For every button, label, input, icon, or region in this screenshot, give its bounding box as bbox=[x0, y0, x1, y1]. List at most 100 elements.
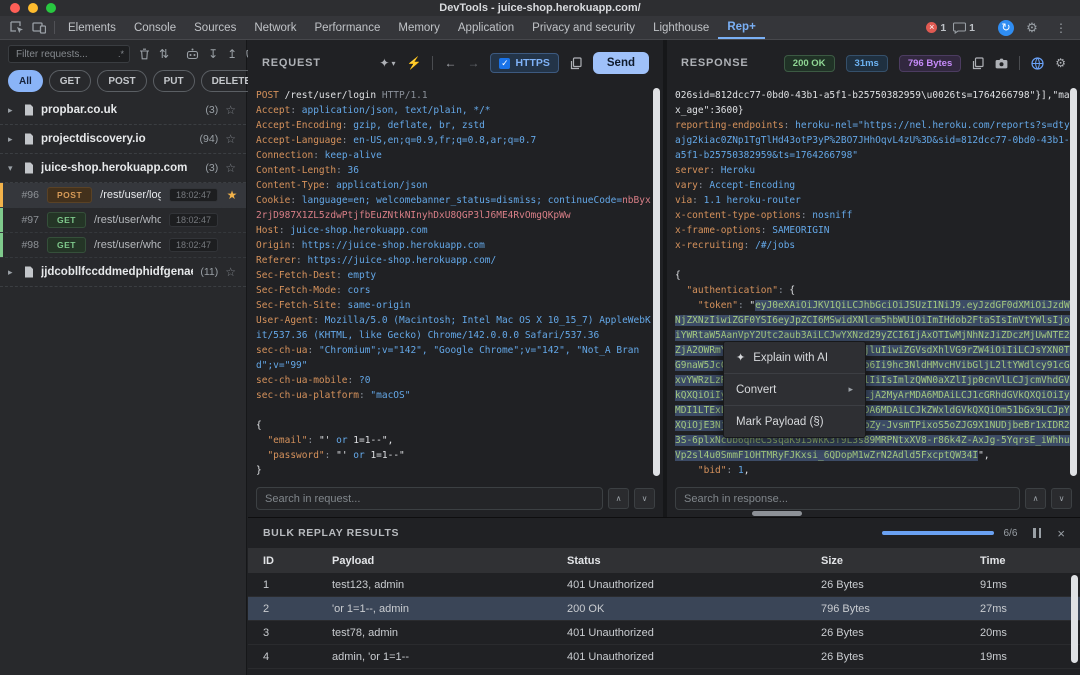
code-line: Sec-Fetch-Mode: cors bbox=[256, 283, 653, 298]
filter-requests-box[interactable]: .* bbox=[8, 45, 130, 63]
device-toolbar-icon[interactable] bbox=[28, 16, 50, 39]
tab-console[interactable]: Console bbox=[125, 16, 185, 39]
search-in-request-input[interactable] bbox=[256, 487, 603, 510]
tab-sources[interactable]: Sources bbox=[185, 16, 245, 39]
request-scrollbar[interactable] bbox=[653, 88, 660, 476]
sort-icon[interactable]: ⇅ bbox=[159, 47, 169, 61]
tab-privacy-and-security[interactable]: Privacy and security bbox=[523, 16, 644, 39]
render-in-browser-icon[interactable] bbox=[1031, 57, 1044, 70]
host-row-projectdiscovery-io[interactable]: ▸projectdiscovery.io(94)☆ bbox=[0, 125, 246, 154]
splitter-drag-handle[interactable] bbox=[752, 511, 802, 516]
copy-request-icon[interactable] bbox=[570, 57, 582, 70]
toolbar-separator bbox=[432, 56, 433, 70]
host-request-count: (3) bbox=[205, 104, 218, 116]
chevron-right-icon[interactable]: ▸ bbox=[8, 134, 17, 145]
tab-application[interactable]: Application bbox=[449, 16, 523, 39]
tab-rep[interactable]: Rep+ bbox=[718, 16, 764, 39]
filter-pill-post[interactable]: POST bbox=[97, 70, 146, 92]
menu-item-label: Mark Payload (§) bbox=[736, 416, 824, 428]
host-row-jjdcobllfccddmedphidfgenaeiklada[interactable]: ▸jjdcobllfccddmedphidfgenaeiklada(11)☆ bbox=[0, 258, 246, 287]
trash-icon[interactable] bbox=[139, 48, 150, 60]
menu-item-mark-payload[interactable]: Mark Payload (§) bbox=[724, 405, 865, 437]
code-line bbox=[675, 253, 1070, 268]
response-search-row: ∧ ∨ bbox=[667, 480, 1080, 517]
zoom-window-button[interactable] bbox=[46, 3, 56, 13]
search-in-response-input[interactable] bbox=[675, 487, 1020, 510]
ai-sparkle-icon[interactable]: ✦▾ bbox=[379, 56, 395, 70]
regex-toggle[interactable]: .* bbox=[118, 49, 124, 59]
filter-pill-all[interactable]: All bbox=[8, 70, 43, 92]
tab-network[interactable]: Network bbox=[245, 16, 305, 39]
history-back-icon[interactable]: ← bbox=[444, 56, 456, 70]
host-star-icon[interactable]: ☆ bbox=[225, 132, 236, 146]
response-scrollbar[interactable] bbox=[1070, 88, 1077, 476]
search-prev-button[interactable]: ∧ bbox=[608, 488, 629, 509]
lightning-icon[interactable]: ⚡ bbox=[407, 56, 422, 70]
error-count-badge[interactable]: ×1 bbox=[926, 22, 946, 34]
bulk-table-rows: 1test123, admin401 Unauthorized26 Bytes9… bbox=[248, 573, 1080, 669]
https-toggle[interactable]: ✓ HTTPS bbox=[490, 53, 558, 73]
screenshot-camera-icon[interactable] bbox=[995, 58, 1008, 69]
https-checkbox[interactable]: ✓ bbox=[499, 58, 510, 69]
filter-pill-put[interactable]: PUT bbox=[153, 70, 195, 92]
tab-performance[interactable]: Performance bbox=[306, 16, 390, 39]
request-star-icon[interactable]: ★ bbox=[226, 188, 238, 202]
chevron-right-icon[interactable]: ▸ bbox=[8, 105, 17, 116]
request-row-97[interactable]: #97GET/rest/user/whoami18:02:47 bbox=[0, 208, 246, 233]
host-row-propbar-co-uk[interactable]: ▸propbar.co.uk(3)☆ bbox=[0, 96, 246, 125]
code-line: Origin: https://juice-shop.herokuapp.com bbox=[256, 238, 653, 253]
search-next-button[interactable]: ∨ bbox=[634, 488, 655, 509]
extension-icon[interactable]: ↻ bbox=[998, 20, 1014, 36]
menu-item-convert[interactable]: Convert▸ bbox=[724, 373, 865, 405]
bulk-table-scrollbar[interactable] bbox=[1071, 575, 1078, 663]
request-time: 18:02:47 bbox=[169, 188, 218, 202]
inspect-element-icon[interactable] bbox=[6, 16, 28, 39]
request-row-98[interactable]: #98GET/rest/user/whoami18:02:47 bbox=[0, 233, 246, 258]
file-icon bbox=[24, 104, 34, 116]
copy-response-icon[interactable] bbox=[972, 57, 984, 70]
code-line: Sec-Fetch-Dest: empty bbox=[256, 268, 653, 283]
table-row-1[interactable]: 1test123, admin401 Unauthorized26 Bytes9… bbox=[248, 573, 1080, 597]
tab-lighthouse[interactable]: Lighthouse bbox=[644, 16, 718, 39]
more-menu-icon[interactable]: ⋮ bbox=[1050, 21, 1072, 35]
close-window-button[interactable] bbox=[10, 3, 20, 13]
response-settings-gear-icon[interactable]: ⚙ bbox=[1055, 56, 1066, 70]
send-button[interactable]: Send bbox=[593, 52, 649, 74]
tab-memory[interactable]: Memory bbox=[389, 16, 449, 39]
minimize-window-button[interactable] bbox=[28, 3, 38, 13]
sidebar-toolbar: .* ⇅ ↧ ↥ bbox=[0, 40, 246, 68]
filter-pill-get[interactable]: GET bbox=[49, 70, 92, 92]
chevron-down-icon[interactable]: ▾ bbox=[8, 163, 17, 174]
export-icon[interactable]: ↥ bbox=[227, 47, 237, 61]
host-star-icon[interactable]: ☆ bbox=[225, 161, 236, 175]
host-row-juice-shop-herokuapp-com[interactable]: ▾juice-shop.herokuapp.com(3)☆ bbox=[0, 154, 246, 183]
chevron-right-icon[interactable]: ▸ bbox=[8, 267, 17, 278]
table-row-2[interactable]: 2'or 1=1--, admin200 OK796 Bytes27ms bbox=[248, 597, 1080, 621]
filter-requests-input[interactable] bbox=[14, 48, 118, 61]
host-star-icon[interactable]: ☆ bbox=[225, 103, 236, 117]
https-label: HTTPS bbox=[515, 57, 549, 69]
settings-gear-icon[interactable]: ⚙ bbox=[1021, 20, 1043, 36]
issues-badge[interactable]: 1 bbox=[953, 22, 975, 34]
code-line: Accept-Language: en-US,en;q=0.9,fr;q=0.8… bbox=[256, 133, 653, 148]
history-forward-icon[interactable]: → bbox=[467, 56, 479, 70]
code-line: Accept: application/json, text/plain, */… bbox=[256, 103, 653, 118]
menu-item-explain-with-ai[interactable]: ✦Explain with AI bbox=[724, 342, 865, 373]
bulk-replay-panel: BULK REPLAY RESULTS 6/6 × IDPayloadStatu… bbox=[248, 517, 1080, 675]
column-header-time: Time bbox=[965, 555, 1080, 567]
table-row-4[interactable]: 4admin, 'or 1=1--401 Unauthorized26 Byte… bbox=[248, 645, 1080, 669]
robot-icon[interactable] bbox=[186, 48, 199, 60]
file-icon bbox=[24, 266, 34, 278]
import-icon[interactable]: ↧ bbox=[208, 47, 218, 61]
request-row-96[interactable]: #96POST/rest/user/login18:02:47★ bbox=[0, 183, 246, 208]
table-row-3[interactable]: 3test78, admin401 Unauthorized26 Bytes20… bbox=[248, 621, 1080, 645]
pause-icon[interactable] bbox=[1033, 528, 1041, 538]
column-header-status: Status bbox=[552, 555, 806, 567]
tab-elements[interactable]: Elements bbox=[59, 16, 125, 39]
close-icon[interactable]: × bbox=[1057, 526, 1065, 541]
request-editor[interactable]: POST /rest/user/login HTTP/1.1Accept: ap… bbox=[248, 86, 663, 480]
search-next-button[interactable]: ∨ bbox=[1051, 488, 1072, 509]
host-star-icon[interactable]: ☆ bbox=[225, 265, 236, 279]
search-prev-button[interactable]: ∧ bbox=[1025, 488, 1046, 509]
code-line: Host: juice-shop.herokuapp.com bbox=[256, 223, 653, 238]
